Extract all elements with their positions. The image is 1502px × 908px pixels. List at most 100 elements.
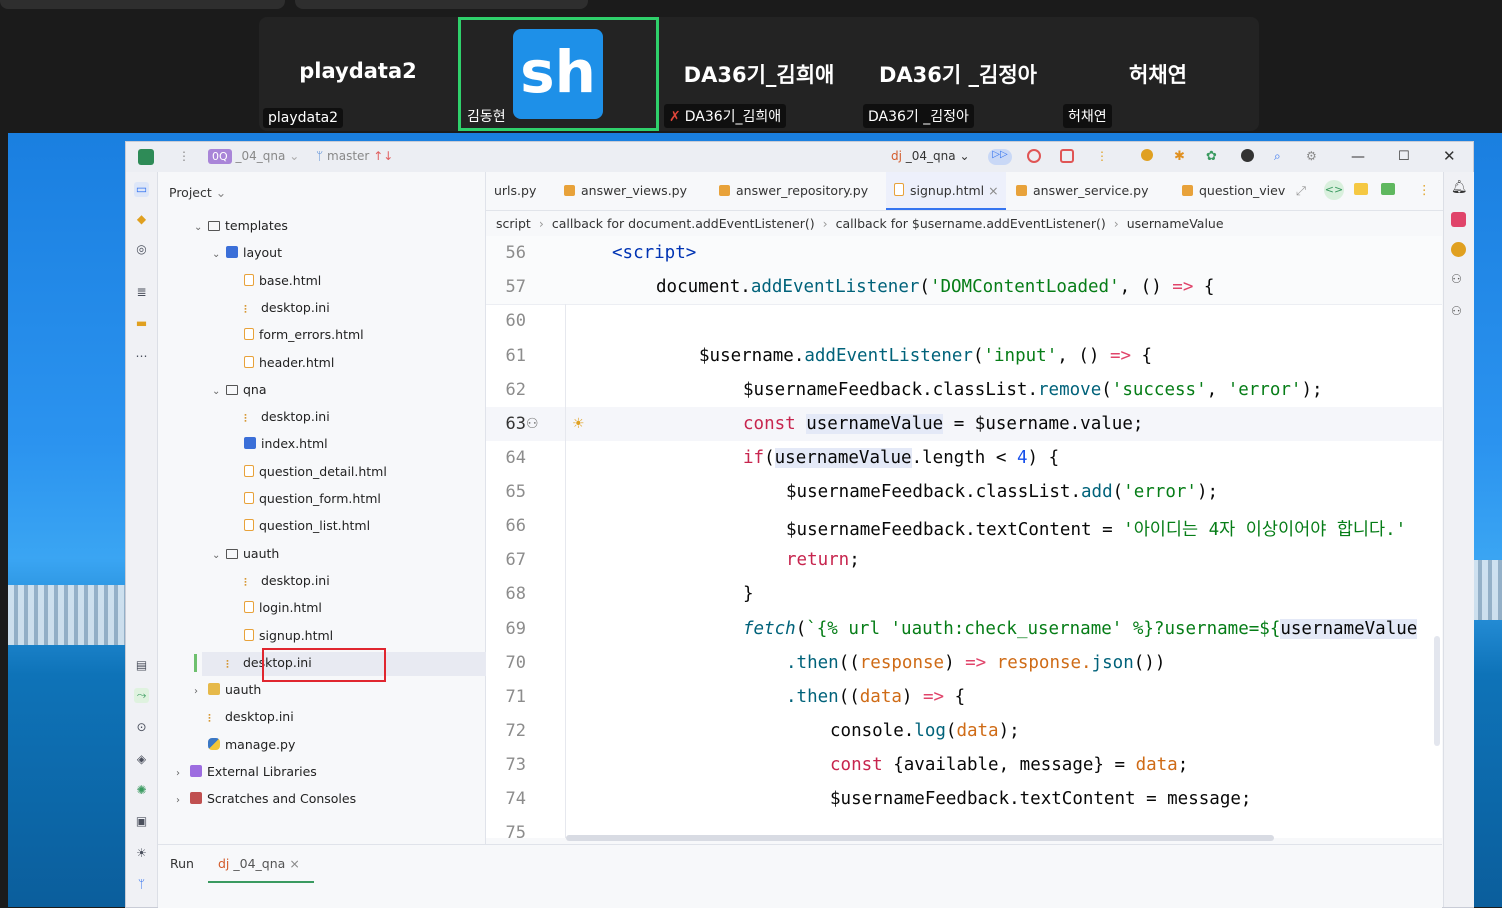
pull-requests-icon[interactable]: ◎ bbox=[134, 242, 149, 257]
tab-answer-repository-py[interactable]: answer_repository.py bbox=[711, 172, 876, 210]
close-tab-icon[interactable]: × bbox=[988, 183, 998, 198]
ai-assistant-icon[interactable]: ✿ bbox=[1206, 149, 1222, 165]
chevron-down-icon[interactable]: ⌄ bbox=[212, 380, 226, 404]
tree-item[interactable]: ⫶ desktop.ini bbox=[208, 705, 294, 729]
stop-icon[interactable] bbox=[1060, 149, 1074, 163]
tree-item[interactable]: signup.html bbox=[244, 624, 333, 648]
breadcrumb-item[interactable]: callback for document.addEventListener() bbox=[552, 216, 815, 231]
tree-item[interactable]: question_list.html bbox=[244, 514, 370, 538]
vcs-tool-icon[interactable]: ⤳ bbox=[134, 688, 149, 703]
expand-icon[interactable]: ⤢ bbox=[1296, 183, 1306, 199]
git-icon[interactable]: ᛘ bbox=[134, 877, 149, 892]
more-actions-icon[interactable]: ⋮ bbox=[1096, 149, 1108, 163]
project-switcher[interactable]: 0Q _04_qna ⌄ bbox=[208, 149, 299, 164]
tree-item[interactable]: › uauth bbox=[194, 678, 261, 702]
video-tile[interactable]: 허채연 허채연 bbox=[1059, 17, 1257, 131]
python-packages-icon[interactable]: ⊙ bbox=[134, 720, 149, 735]
intention-bulb-icon[interactable]: ☀ bbox=[572, 416, 585, 432]
run-config-selector[interactable]: dj _04_qna ⌄ bbox=[891, 149, 970, 163]
copilot-icon[interactable]: ⚇ bbox=[526, 416, 539, 432]
tree-item[interactable]: ⌄ templates bbox=[194, 214, 288, 238]
bookmarks-tool-icon[interactable]: ▬ bbox=[134, 316, 149, 331]
video-tile[interactable]: playdata2 playdata2 bbox=[259, 17, 457, 131]
tree-item[interactable]: manage.py bbox=[208, 733, 295, 757]
code-with-me-icon[interactable] bbox=[1141, 149, 1153, 161]
tab-question-views[interactable]: question_viev bbox=[1174, 172, 1300, 210]
video-tile-active-speaker[interactable]: sh 김동현 bbox=[458, 17, 659, 131]
close-tab-icon[interactable]: × bbox=[289, 856, 299, 871]
tab-signup-html[interactable]: signup.html × bbox=[886, 172, 1006, 210]
close-window-button[interactable]: ✕ bbox=[1443, 147, 1456, 165]
horizontal-scrollbar[interactable] bbox=[566, 835, 1274, 841]
commit-tool-icon[interactable]: ◆ bbox=[134, 212, 149, 227]
tools-icon[interactable]: ✱ bbox=[1174, 149, 1190, 165]
preview-split-icon[interactable] bbox=[1381, 183, 1395, 195]
problems-icon[interactable]: ☀ bbox=[134, 846, 149, 861]
tree-item[interactable]: question_detail.html bbox=[244, 460, 387, 484]
profile-icon[interactable] bbox=[1241, 149, 1254, 162]
notifications-icon[interactable]: 🔔︎ bbox=[1451, 180, 1468, 195]
settings-icon[interactable]: ⚙ bbox=[1306, 149, 1322, 165]
structure-tool-icon[interactable]: ≣ bbox=[134, 285, 149, 300]
layers-icon[interactable]: ◈ bbox=[134, 752, 149, 767]
preview-browser-icon[interactable] bbox=[1354, 183, 1368, 195]
terminal-icon[interactable]: ▣ bbox=[134, 814, 149, 829]
video-tile[interactable]: DA36기 _김정아 DA36기 _김정아 bbox=[859, 17, 1057, 131]
breadcrumb-item[interactable]: callback for $username.addEventListener(… bbox=[836, 216, 1106, 231]
vcs-branch-switcher[interactable]: ᛘ master ↑↓ bbox=[316, 149, 393, 163]
video-tile[interactable]: DA36기_김희애 ✗ DA36기_김희애 bbox=[660, 17, 858, 131]
tab-urls-py[interactable]: urls.py bbox=[486, 172, 544, 210]
services-icon[interactable]: ✺ bbox=[134, 783, 149, 798]
project-tool-icon[interactable]: ▭ bbox=[134, 182, 149, 197]
run-icon[interactable]: ▷▷ bbox=[988, 149, 1012, 165]
main-menu-icon[interactable]: ⋮ bbox=[178, 149, 190, 163]
tree-item[interactable]: index.html bbox=[244, 432, 328, 456]
breadcrumb-item[interactable]: script bbox=[496, 216, 531, 231]
tree-item[interactable]: question_form.html bbox=[244, 487, 381, 511]
tree-item[interactable]: base.html bbox=[244, 269, 321, 293]
tree-item[interactable]: login.html bbox=[244, 596, 322, 620]
tab-actions-icon[interactable]: ⋮ bbox=[1418, 182, 1431, 197]
tree-item[interactable]: › Scratches and Consoles bbox=[176, 787, 356, 811]
tile-display-name: DA36기_김희애 bbox=[683, 63, 835, 87]
minimize-button[interactable]: — bbox=[1351, 149, 1365, 165]
chevron-right-icon[interactable]: › bbox=[176, 789, 190, 813]
meeting-top-tab[interactable] bbox=[295, 0, 588, 9]
more-tools-icon[interactable]: … bbox=[134, 346, 149, 361]
database-tool-icon[interactable]: ▤ bbox=[134, 658, 149, 673]
tree-item[interactable]: form_errors.html bbox=[244, 323, 364, 347]
preview-code-icon[interactable]: <> bbox=[1324, 180, 1344, 200]
chevron-down-icon[interactable]: ⌄ bbox=[212, 544, 226, 568]
database-icon[interactable] bbox=[1451, 242, 1466, 257]
tree-item[interactable]: ⫶ desktop.ini bbox=[244, 569, 330, 593]
debug-icon[interactable] bbox=[1027, 149, 1041, 163]
tree-item[interactable]: ⌄ layout bbox=[212, 241, 282, 265]
tree-item[interactable]: ⫶ desktop.ini bbox=[244, 296, 330, 320]
chevron-down-icon[interactable]: ⌄ bbox=[194, 216, 208, 240]
chevron-right-icon[interactable]: › bbox=[194, 680, 208, 704]
tab-answer-views-py[interactable]: answer_views.py bbox=[556, 172, 695, 210]
chevron-right-icon[interactable]: › bbox=[176, 762, 190, 786]
html-icon bbox=[244, 628, 254, 641]
tree-item[interactable]: › External Libraries bbox=[176, 760, 317, 784]
line-number: 56 bbox=[505, 243, 526, 263]
chevron-down-icon[interactable]: ⌄ bbox=[212, 243, 226, 267]
maximize-button[interactable]: ☐ bbox=[1398, 149, 1410, 164]
breadcrumb-item[interactable]: usernameValue bbox=[1127, 216, 1224, 231]
ide-logo-icon[interactable] bbox=[138, 149, 154, 165]
tree-item[interactable]: ⌄ uauth bbox=[212, 542, 279, 566]
vertical-scrollbar[interactable] bbox=[1434, 636, 1440, 746]
code-editor[interactable]: 56 57 60 61 62 63 64 65 66 67 68 69 70 71 72 73 74 75 ⚇ ☀… bbox=[486, 236, 1442, 838]
tree-item[interactable]: ⌄ qna bbox=[212, 378, 267, 402]
run-tab[interactable]: dj _04_qna × bbox=[218, 856, 300, 871]
copilot-chat-icon[interactable]: ⚇ bbox=[1451, 272, 1466, 287]
meeting-top-tab[interactable] bbox=[0, 0, 285, 9]
search-icon[interactable]: ⌕ bbox=[1274, 149, 1290, 165]
ai-chat-icon[interactable] bbox=[1451, 212, 1466, 227]
index-icon bbox=[244, 437, 256, 450]
project-panel-header[interactable]: Project ⌄ bbox=[169, 185, 226, 200]
tab-answer-service-py[interactable]: answer_service.py bbox=[1008, 172, 1156, 210]
tree-item[interactable]: ⫶ desktop.ini bbox=[244, 405, 330, 429]
copilot-icon[interactable]: ⚇ bbox=[1451, 304, 1466, 319]
tree-item[interactable]: header.html bbox=[244, 351, 334, 375]
